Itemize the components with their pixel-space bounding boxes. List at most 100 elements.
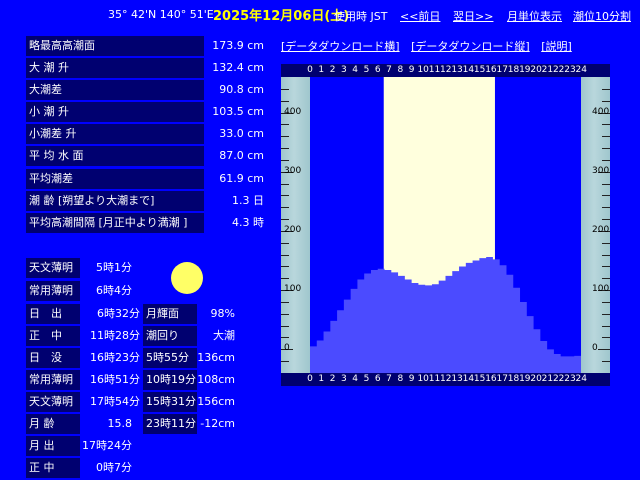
hour-axis-top: 0 1 2 3 4 5 6 7 8 9 10 11 12 13 14 15 16 17 18 19 20 21 22 23 24 [281, 64, 610, 77]
summary-row: 略最高高潮面 173.9 cm [26, 36, 264, 57]
summary-value: 33.0 cm [219, 127, 264, 141]
gauge-tick [281, 100, 289, 102]
gauge-tick [281, 136, 289, 138]
hour-tick-label: 9 [408, 374, 415, 384]
hour-tick-label: 10 [417, 374, 429, 384]
gauge-tick [281, 278, 289, 280]
left-gauge: 0 100 200 300 400 [281, 77, 310, 373]
summary-row: 大潮差 90.8 cm [26, 80, 264, 101]
moon-transit-value: 0時7分 [96, 461, 132, 474]
y-tick-label: 0 [592, 343, 598, 354]
gauge-tick [602, 148, 610, 150]
gauge-tick [602, 195, 610, 197]
summary-label: 大 潮 升 [26, 58, 204, 79]
sunrise-label: 日 出 [26, 304, 80, 324]
hour-tick-label: 19 [519, 374, 531, 384]
summary-row: 潮 齢 [朔望より大潮まで] 1.3 日 [26, 190, 264, 212]
tide-time: 5時55分 [143, 348, 197, 368]
gauge-tick [602, 361, 610, 363]
moon-transit-label: 正 中 [26, 458, 80, 478]
gauge-tick [602, 136, 610, 138]
astro-dusk-value: 17時54分 [90, 395, 140, 408]
summary-value: 132.4 cm [212, 61, 264, 75]
hour-tick-label: 17 [496, 65, 508, 75]
gauge-tick [602, 207, 610, 209]
hour-tick-label: 8 [397, 65, 404, 75]
tide-interval-link[interactable]: 潮位10分割 [573, 8, 631, 24]
summary-value: 61.9 cm [219, 171, 264, 185]
noon-value: 11時28分 [90, 329, 140, 342]
summary-label: 平均高潮間隔 [月正中より満潮 ] [26, 212, 204, 233]
download-horizontal-link[interactable]: [データダウンロード横] [281, 40, 400, 53]
summary-label: 潮 齢 [朔望より大潮まで] [26, 190, 204, 211]
tide-time: 23時11分 [143, 414, 197, 434]
gauge-tick [602, 337, 610, 339]
tide-chart: 0 1 2 3 4 5 6 7 8 9 10 11 12 13 14 15 16 17 18 19 20 21 22 23 24… [281, 64, 610, 386]
summary-label: 平 均 水 面 [26, 146, 204, 167]
summary-label: 平均潮差 [26, 168, 204, 189]
moonrise-value: 17時24分 [82, 439, 132, 452]
summary-row: 平 均 水 面 87.0 cm [26, 146, 264, 167]
tide-height: 136cm [197, 351, 235, 364]
tide-summary-table: 略最高高潮面 173.9 cm 大 潮 升 132.4 cm 大潮差 90.8 … [26, 36, 264, 235]
gauge-tick [602, 301, 610, 303]
gauge-tick [281, 313, 289, 315]
summary-label: 略最高高潮面 [26, 36, 204, 56]
hour-tick-label: 14 [462, 374, 475, 384]
y-tick-label: 100 [284, 284, 302, 295]
hour-tick-label: 13 [451, 374, 463, 384]
noon-label: 正 中 [26, 326, 80, 346]
gauge-tick [602, 242, 610, 244]
hour-tick-label: 23 [564, 65, 576, 75]
download-vertical-link[interactable]: [データダウンロード縦] [411, 40, 530, 53]
civil-dusk-label: 常用薄明 [26, 370, 80, 390]
hour-tick-label: 14 [462, 65, 475, 75]
tide-time: 15時31分 [143, 392, 197, 412]
monthly-view-link[interactable]: 月単位表示 [507, 8, 562, 24]
summary-label: 小 潮 升 [26, 102, 204, 123]
moon-phase-icon [171, 262, 203, 294]
summary-row: 平均高潮間隔 [月正中より満潮 ] 4.3 時 [26, 212, 264, 234]
astro-dawn-value: 5時1分 [96, 261, 132, 274]
y-tick-label: 400 [284, 106, 302, 117]
hour-tick-label: 7 [386, 65, 392, 75]
hour-tick-label: 12 [440, 65, 452, 75]
gauge-tick [602, 183, 610, 185]
y-tick-label: 300 [592, 165, 610, 176]
hour-tick-label: 3 [341, 65, 347, 75]
gauge-tick [281, 242, 289, 244]
gauge-tick [281, 183, 289, 185]
gauge-tick [602, 88, 610, 90]
hour-tick-label: 15 [473, 65, 486, 75]
next-day-link[interactable]: 翌日>> [453, 8, 493, 24]
hour-tick-label: 9 [408, 65, 415, 75]
gauge-tick [281, 361, 289, 363]
tide-type-value: 大潮 [213, 329, 235, 342]
sunrise-value: 6時32分 [97, 307, 140, 320]
y-tick-label: 200 [592, 224, 610, 235]
hour-tick-label: 6 [374, 65, 381, 75]
hour-tick-label: 24 [575, 65, 587, 75]
summary-value: 173.9 cm [212, 39, 264, 52]
explanation-link[interactable]: [説明] [541, 40, 572, 53]
hour-tick-label: 18 [507, 374, 520, 384]
gauge-tick [602, 266, 610, 268]
hour-tick-label: 21 [541, 65, 554, 75]
moon-brightness-value: 98% [210, 307, 235, 320]
gauge-tick [281, 254, 289, 256]
gauge-tick [281, 337, 289, 339]
gauge-tick [602, 219, 610, 221]
y-tick-label: 200 [284, 224, 302, 235]
y-tick-label: 300 [284, 165, 302, 176]
gauge-tick [602, 124, 610, 126]
hour-tick-label: 24 [575, 374, 587, 384]
tide-plot [310, 77, 581, 373]
prev-day-link[interactable]: <<前日 [400, 8, 440, 24]
tide-height: 156cm [197, 395, 235, 408]
tide-height: 108cm [197, 373, 235, 386]
timezone-label: 使用時 JST [334, 10, 388, 23]
summary-value: 90.8 cm [219, 83, 264, 97]
coordinates: 35° 42'N 140° 51'E [108, 8, 214, 21]
gauge-tick [281, 88, 289, 90]
civil-dawn-value: 6時4分 [96, 284, 132, 297]
